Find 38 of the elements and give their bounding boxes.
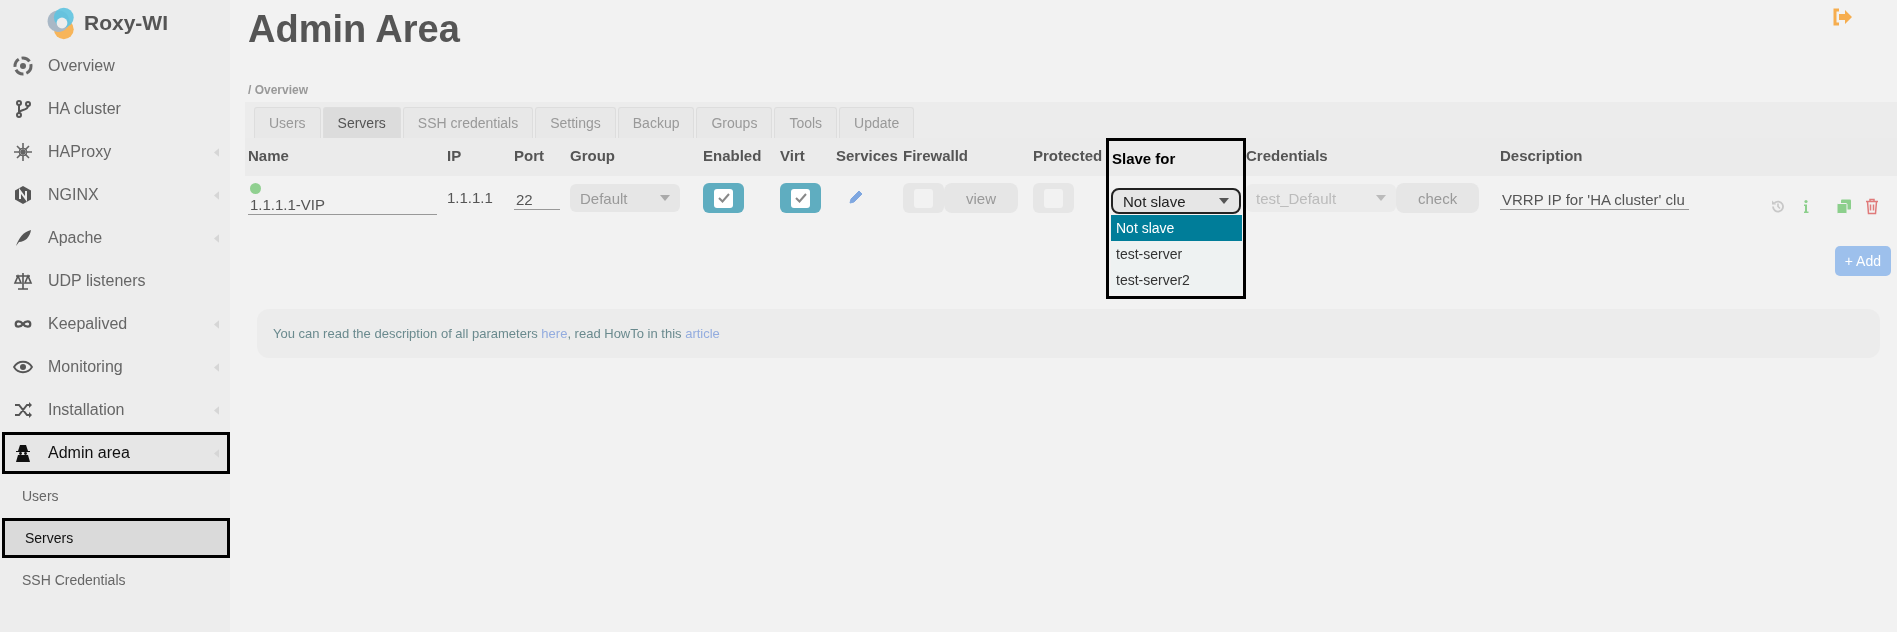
column-header[interactable]: Services [836,147,898,164]
sidebar-item[interactable]: HAProxy [2,131,230,173]
app-name: Roxy-WI [84,11,168,35]
page-title: Admin Area [248,8,460,51]
description-field[interactable]: VRRP IP for 'HA cluster' clu [1500,189,1689,210]
table-cell: 1.1.1.1 [447,189,493,206]
column-header[interactable]: Virt [780,147,805,164]
column-header[interactable]: Firewalld [903,147,969,164]
sidebar-subitem[interactable]: Users [2,476,230,516]
sidebar-subitem[interactable]: SSH Credentials [2,560,230,600]
sidebar-item[interactable]: NGINX [2,174,230,216]
sidebar-subitem[interactable]: Servers [2,518,230,558]
slave-select[interactable]: Not slave [1111,188,1241,214]
column-header[interactable]: Name [248,147,289,164]
column-header[interactable]: Credentials [1246,147,1328,164]
column-header[interactable]: Group [570,147,615,164]
info-text: You can read the description of all parameters here, read HowTo in this article [273,326,721,341]
dropdown-option[interactable]: test-server2 [1111,267,1242,293]
sidebar-item[interactable]: Monitoring [2,346,230,388]
column-header[interactable]: Description [1500,147,1583,164]
column-header[interactable]: Protected [1033,147,1103,164]
column-header[interactable]: Enabled [703,147,762,164]
column-header[interactable]: Slave for [1112,150,1176,167]
sidebar-item[interactable]: Overview [2,45,230,87]
dropdown-option[interactable]: test-server [1111,241,1242,267]
sidebar-item[interactable]: HA cluster [2,88,230,130]
column-header[interactable]: Port [514,147,544,164]
sidebar-item[interactable]: UDP listeners [2,260,230,302]
name-field[interactable]: 1.1.1.1-VIP [248,194,437,215]
port-field[interactable]: 22 [514,189,560,210]
breadcrumb[interactable]: / Overview [248,83,1897,97]
tab[interactable]: Servers [322,107,401,138]
sidebar-item[interactable]: Admin area [2,432,230,474]
dropdown-option[interactable]: Not slave [1111,215,1242,241]
sidebar-item[interactable]: Keepalived [2,303,230,345]
sidebar-item[interactable]: Installation [2,389,230,431]
sidebar-item[interactable]: Apache [2,217,230,259]
column-header[interactable]: IP [447,147,462,164]
